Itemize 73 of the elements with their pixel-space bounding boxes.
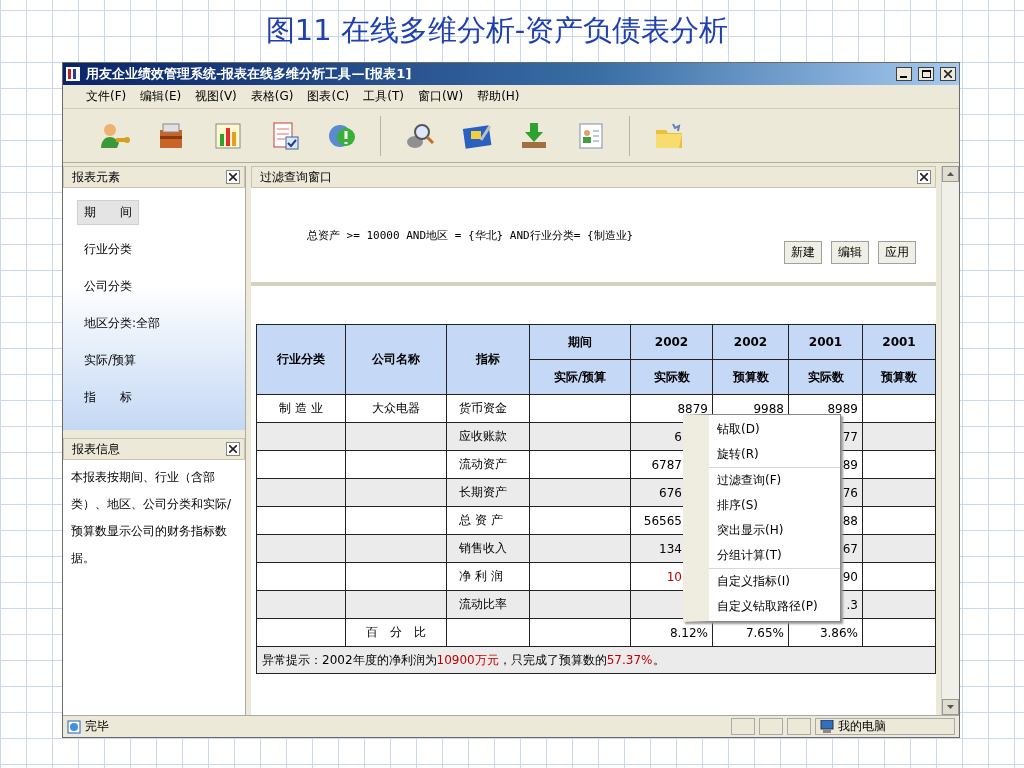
status-pane xyxy=(759,718,783,735)
column-header: 期间 xyxy=(529,324,631,360)
status-pane xyxy=(787,718,811,735)
table-cell: 制 造 业 xyxy=(256,394,346,423)
status-pane xyxy=(731,718,755,735)
zone-text: 我的电脑 xyxy=(838,718,887,735)
menu-item[interactable]: 窗口(W) xyxy=(412,86,469,107)
table-cell: 百 分 比 xyxy=(345,618,447,647)
list-item[interactable]: 实际/预算 xyxy=(77,348,144,373)
filter-button[interactable]: 编辑 xyxy=(831,241,869,264)
menu-item[interactable]: 帮助(H) xyxy=(472,86,525,107)
computer-icon xyxy=(820,720,834,733)
column-header: 2001 xyxy=(862,324,936,360)
table-cell: 流动比率 xyxy=(446,590,530,619)
maximize-icon xyxy=(921,70,931,78)
close-button[interactable] xyxy=(226,442,240,456)
column-header: 行业分类 xyxy=(256,324,346,395)
list-item[interactable]: 指 标 xyxy=(77,385,139,410)
window-title: 用友企业绩效管理系统-报表在线多维分析工具—[报表1] xyxy=(86,65,413,83)
table-cell: 总 资 产 xyxy=(446,506,530,535)
minimize-button[interactable] xyxy=(896,67,912,81)
filter-button[interactable]: 应用 xyxy=(878,241,916,264)
list-item[interactable]: 公司分类 xyxy=(77,274,139,299)
list-item[interactable]: 地区分类:全部 xyxy=(77,311,168,336)
close-button[interactable] xyxy=(917,170,931,184)
menu-item[interactable]: 文件(F) xyxy=(81,86,132,107)
list-item[interactable]: 期 间 xyxy=(77,200,139,225)
menu-item[interactable]: 表格(G) xyxy=(245,86,299,107)
close-icon xyxy=(229,173,237,181)
panel-title: 过滤查询窗口 xyxy=(260,168,332,186)
scroll-down-button[interactable] xyxy=(942,699,959,715)
scroll-up-button[interactable] xyxy=(942,166,959,182)
table-cell: 净 利 润 xyxy=(446,562,530,591)
column-header: 2002 xyxy=(712,324,789,360)
column-header: 实际数 xyxy=(788,359,863,395)
column-header: 2002 xyxy=(630,324,713,360)
table-cell: 销售收入 xyxy=(446,534,530,563)
menu-item[interactable]: 图表(C) xyxy=(302,86,355,107)
table-cell: 大众电器 xyxy=(345,394,447,423)
table-cell: 长期资产 xyxy=(446,478,530,507)
column-header: 预算数 xyxy=(712,359,789,395)
panel-title: 报表信息 xyxy=(72,440,120,458)
column-header: 指标 xyxy=(446,324,530,395)
close-icon xyxy=(920,173,928,181)
close-icon xyxy=(944,70,952,78)
page-icon xyxy=(67,719,81,734)
column-header: 实际数 xyxy=(630,359,713,395)
close-button[interactable] xyxy=(940,67,956,81)
up-arrow-icon xyxy=(947,172,954,176)
column-header: 公司名称 xyxy=(345,324,447,395)
info-text: 本报表按期间、行业（含部类）、地区、公司分类和实际/预算数显示公司的财务指标数据。 xyxy=(63,460,245,715)
list-item[interactable]: 行业分类 xyxy=(77,237,139,262)
menu-item[interactable]: 视图(V) xyxy=(190,86,242,107)
alert-note: 异常提示：2002年度的净利润为10900万元，只完成了预算数的57.37%。 xyxy=(256,646,936,674)
app-icon xyxy=(66,67,80,81)
maximize-button[interactable] xyxy=(918,67,934,81)
column-header: 2001 xyxy=(788,324,863,360)
table-cell: 流动资产 xyxy=(446,450,530,479)
scrollbar[interactable] xyxy=(941,166,959,715)
filter-button[interactable]: 新建 xyxy=(784,241,822,264)
close-icon xyxy=(229,445,237,453)
status-text: 完毕 xyxy=(85,718,110,735)
panel-title: 报表元素 xyxy=(72,168,120,186)
menu-item[interactable]: 编辑(E) xyxy=(135,86,187,107)
table-cell: 货币资金 xyxy=(446,394,530,423)
column-header: 预算数 xyxy=(862,359,936,395)
column-header: 实际/预算 xyxy=(529,359,631,395)
down-arrow-icon xyxy=(947,705,954,709)
close-button[interactable] xyxy=(226,170,240,184)
table-cell: 应收账款 xyxy=(446,422,530,451)
slide-title: 图11 在线多维分析-资产负债表分析 xyxy=(264,12,730,49)
filter-condition: 总资产 >= 10000 AND地区 = {华北} AND行业分类= {制造业} xyxy=(307,228,634,243)
menu-item[interactable]: 工具(T) xyxy=(358,86,409,107)
